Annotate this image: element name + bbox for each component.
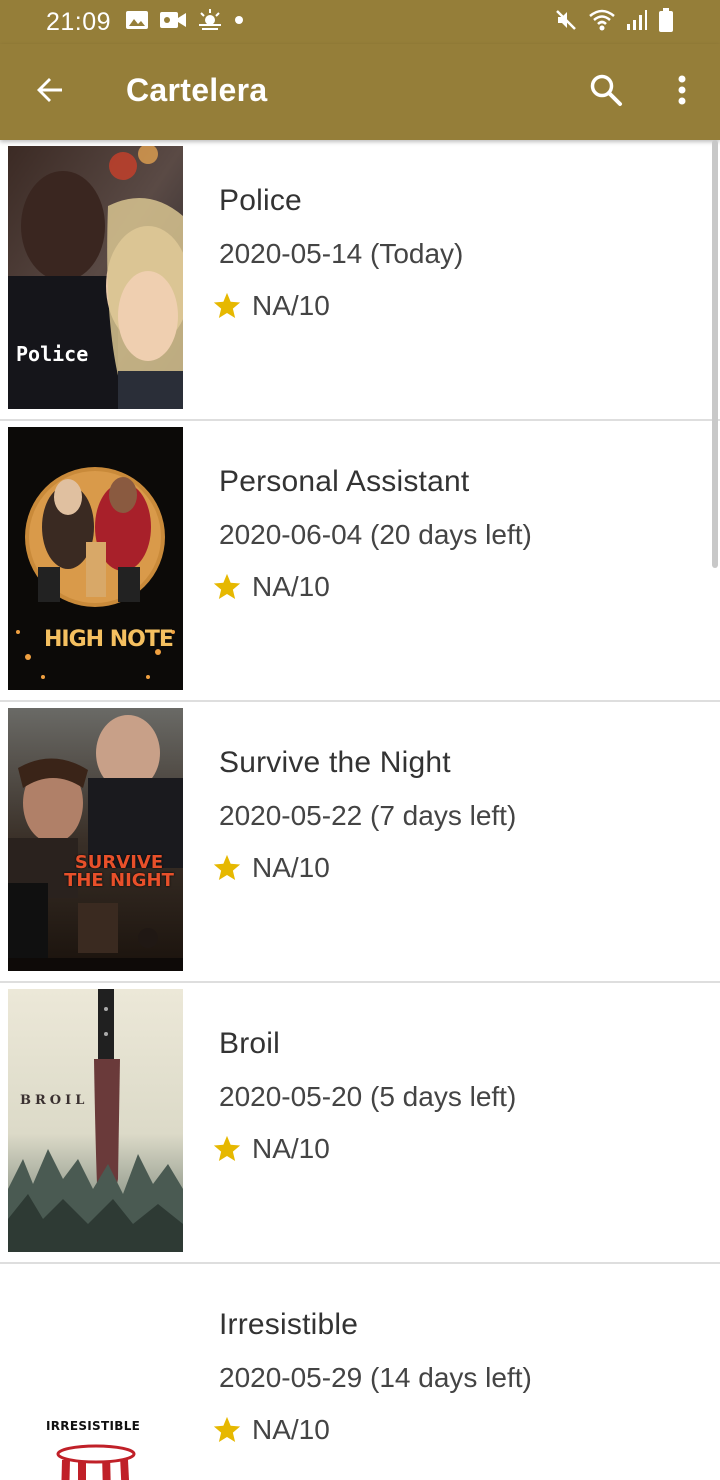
movie-list-item[interactable]: BROIL Broil 2020-05-20 (5 days left) NA/… <box>0 983 720 1264</box>
search-icon <box>589 73 623 112</box>
poster-text: Police <box>16 342 89 366</box>
rating-value: NA/10 <box>252 852 330 883</box>
movie-rating: NA/10 <box>212 852 516 884</box>
poster-text: SURVIVE THE NIGHT <box>64 852 174 891</box>
movie-poster: Police <box>8 146 183 409</box>
movie-poster: BROIL <box>8 989 183 1252</box>
movie-rating: NA/10 <box>212 1414 532 1446</box>
movie-release-date: 2020-05-20 (5 days left) <box>219 1081 517 1112</box>
dot-icon <box>233 13 245 31</box>
rating-value: NA/10 <box>252 1133 330 1164</box>
rating-value: NA/10 <box>252 571 330 602</box>
movie-title: Personal Assistant <box>219 465 470 498</box>
movie-rating: NA/10 <box>212 571 532 603</box>
search-button[interactable] <box>580 66 632 118</box>
star-icon <box>213 854 241 880</box>
wifi-icon <box>588 8 616 37</box>
more-options-button[interactable] <box>656 66 708 118</box>
weather-icon <box>197 8 223 36</box>
movie-poster: IRRESISTIBLE <box>8 1270 183 1480</box>
rating-value: NA/10 <box>252 290 330 321</box>
more-vert-icon <box>677 75 687 110</box>
signal-icon <box>626 9 648 36</box>
movie-release-date: 2020-05-14 (Today) <box>219 238 464 269</box>
image-icon <box>125 9 149 36</box>
mute-icon <box>554 8 578 37</box>
movie-release-date: 2020-05-29 (14 days left) <box>219 1362 532 1393</box>
poster-text: BROIL <box>20 1093 89 1108</box>
movie-release-date: 2020-06-04 (20 days left) <box>219 519 532 550</box>
video-icon <box>159 9 187 36</box>
poster-text: IRRESISTIBLE <box>46 1419 141 1433</box>
rating-value: NA/10 <box>252 1414 330 1445</box>
scrollbar[interactable] <box>712 140 718 568</box>
movie-list[interactable]: Police Police 2020-05-14 (Today) NA/10 H… <box>0 140 720 1480</box>
movie-release-date: 2020-05-22 (7 days left) <box>219 800 517 831</box>
movie-poster: HIGH NOTE <box>8 427 183 690</box>
movie-title: Broil <box>219 1027 281 1060</box>
movie-title: Survive the Night <box>219 746 451 779</box>
star-icon <box>213 573 241 599</box>
movie-title: Police <box>219 184 302 217</box>
movie-poster: SURVIVE THE NIGHT <box>8 708 183 971</box>
back-button[interactable] <box>24 66 76 118</box>
movie-list-item[interactable]: HIGH NOTE Personal Assistant 2020-06-04 … <box>0 421 720 702</box>
star-icon <box>213 1135 241 1161</box>
status-bar: 21:09 <box>0 0 720 44</box>
movie-rating: NA/10 <box>212 290 463 322</box>
app-toolbar: Cartelera <box>0 44 720 140</box>
movie-list-item[interactable]: Police Police 2020-05-14 (Today) NA/10 <box>0 140 720 421</box>
movie-title: Irresistible <box>219 1308 359 1341</box>
poster-text: HIGH NOTE <box>44 627 174 652</box>
movie-list-item[interactable]: IRRESISTIBLE Irresistible 2020-05-29 (14… <box>0 1264 720 1480</box>
movie-rating: NA/10 <box>212 1133 516 1165</box>
arrow-back-icon <box>34 74 66 111</box>
movie-list-item[interactable]: SURVIVE THE NIGHT Survive the Night 2020… <box>0 702 720 983</box>
status-time: 21:09 <box>46 7 112 36</box>
star-icon <box>213 1416 241 1442</box>
page-title: Cartelera <box>126 72 268 108</box>
battery-icon <box>658 7 674 37</box>
star-icon <box>213 292 241 318</box>
